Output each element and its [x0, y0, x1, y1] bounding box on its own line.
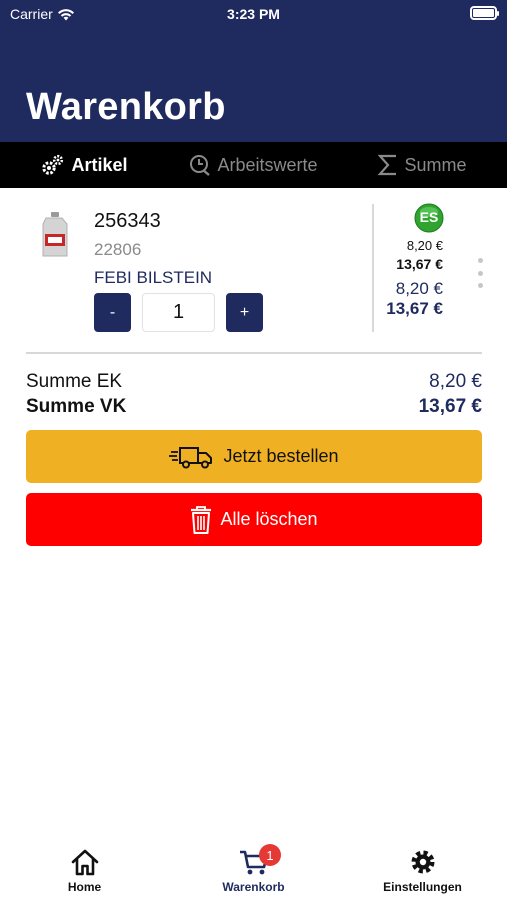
- cart-count-badge: 1: [259, 844, 281, 866]
- tab-artikel-label: Artikel: [71, 154, 128, 175]
- page-title: Warenkorb: [26, 86, 226, 128]
- item-price-ek: 8,20 €: [395, 279, 443, 298]
- tab-einstellungen[interactable]: Einstellungen: [338, 836, 507, 900]
- gears-icon: [42, 154, 64, 175]
- summe-ek-value: 8,20 €: [429, 371, 482, 392]
- item-price-vk: 13,67 €: [386, 299, 443, 318]
- delete-all-button[interactable]: Alle löschen: [26, 493, 482, 546]
- quantity-decrease-button[interactable]: -: [94, 293, 131, 332]
- tab-summe[interactable]: Summe: [338, 142, 507, 188]
- tab-einstellungen-label: Einstellungen: [383, 880, 462, 894]
- trash-icon: [191, 505, 212, 534]
- gear-icon: [411, 850, 434, 874]
- tab-home-label: Home: [67, 880, 102, 894]
- article-brand: FEBI BILSTEIN: [94, 268, 213, 287]
- delete-all-button-label: Alle löschen: [220, 509, 318, 529]
- es-badge: ES: [414, 203, 444, 233]
- tab-arbeitswerte[interactable]: Arbeitswerte: [169, 142, 338, 188]
- order-button[interactable]: Jetzt bestellen: [26, 430, 482, 483]
- tab-warenkorb-label: Warenkorb: [222, 880, 285, 894]
- more-options-icon[interactable]: [476, 258, 484, 288]
- status-bar: Carrier 3:23 PM: [0, 0, 507, 30]
- sigma-icon: [378, 154, 397, 176]
- summe-ek-label: Summe EK: [26, 371, 123, 392]
- header: Carrier 3:23 PM Warenkorb: [0, 0, 507, 142]
- es-badge-label: ES: [419, 209, 439, 225]
- article-sub-number: 22806: [94, 240, 142, 259]
- tab-warenkorb[interactable]: 1 Warenkorb: [169, 836, 338, 900]
- summe-vk-value: 13,67 €: [418, 396, 482, 417]
- section-divider: [26, 352, 482, 354]
- summe-vk-label: Summe VK: [26, 396, 127, 417]
- battery-icon: [470, 6, 499, 20]
- tab-home[interactable]: Home: [0, 836, 169, 900]
- tab-artikel[interactable]: Artikel: [0, 142, 169, 188]
- delivery-truck-icon: [169, 446, 213, 468]
- product-image: [42, 212, 68, 257]
- article-number: 256343: [94, 210, 161, 232]
- item-price-vk-small: 13,67 €: [396, 256, 443, 272]
- tab-arbeitswerte-label: Arbeitswerte: [217, 154, 318, 175]
- item-price-ek-small: 8,20 €: [406, 238, 443, 253]
- clock-wrench-icon: [190, 155, 211, 176]
- status-time: 3:23 PM: [227, 6, 280, 22]
- quantity-input[interactable]: 1: [142, 293, 215, 332]
- item-divider: [372, 204, 374, 332]
- home-icon: [71, 849, 98, 876]
- segment-bar: Artikel Arbeitswerte Summe: [0, 142, 507, 188]
- quantity-increase-button[interactable]: +: [226, 293, 263, 332]
- tab-summe-label: Summe: [404, 154, 467, 175]
- bottom-tab-bar: Home 1 Warenkorb Einstellungen: [0, 836, 507, 900]
- order-button-label: Jetzt bestellen: [223, 446, 339, 466]
